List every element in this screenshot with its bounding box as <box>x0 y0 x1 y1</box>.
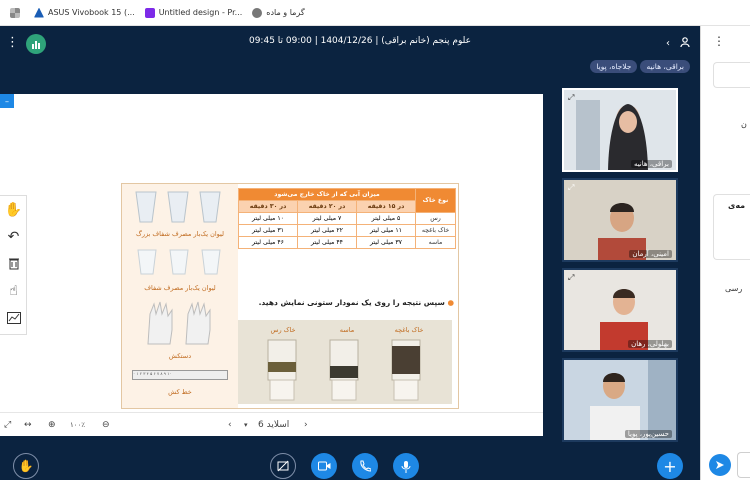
small-cups-image <box>132 248 228 276</box>
photo-label: ماسه <box>339 326 355 334</box>
microphone-icon <box>401 460 411 473</box>
fit-width-icon[interactable]: ↔ <box>24 420 32 430</box>
bookmark-label: Untitled design - Pr... <box>158 8 243 17</box>
fit-screen-icon[interactable]: ⤢ <box>4 420 11 430</box>
undo-icon[interactable]: ↶ <box>0 223 27 250</box>
soil-type-header: نوع خاک <box>415 188 456 213</box>
screen-share-off-icon <box>277 460 289 472</box>
hand-tool-icon[interactable]: ✋ <box>0 196 27 223</box>
col-header: در ۱۵ دقیقه <box>356 200 416 213</box>
phone-button[interactable] <box>352 453 378 479</box>
beakers-illustration <box>267 339 421 401</box>
webcam-column: ⤢ براقی، هانیه ⤢ امینی، آرمان ⤢ بهلولی، … <box>558 88 680 444</box>
chat-kebab-icon[interactable]: ⋮ <box>713 34 725 48</box>
webcam-tile[interactable]: ⤢ بهلولی، رهان <box>562 268 678 352</box>
material-label: دستکش <box>168 352 192 360</box>
slide-dropdown-icon[interactable]: ▾ <box>244 421 248 429</box>
bookmark-garma[interactable]: گرما و ماده <box>252 7 305 18</box>
chip-presenter[interactable]: براقی، هانیه <box>640 60 690 73</box>
apps-grid-icon <box>10 7 20 18</box>
experiment-photo: خاک رس ماسه خاک باغچه <box>238 320 452 404</box>
table-row: ماسه ۳۷ میلی لیتر ۴۴ میلی لیتر ۴۶ میلی ل… <box>238 236 456 249</box>
microphone-button[interactable] <box>393 453 419 479</box>
zoom-out-icon[interactable]: ⊖ <box>102 420 110 430</box>
chat-text: مه‌ی <box>728 201 746 210</box>
chat-card <box>713 62 750 88</box>
webcam-name: امینی، آرمان <box>629 250 672 258</box>
phone-icon <box>360 460 371 472</box>
col-header: در ۳۰ دقیقه <box>238 200 298 213</box>
photo-label: خاک باغچه <box>394 326 424 334</box>
pointer-hand-icon[interactable]: ☝ <box>0 277 27 304</box>
canva-icon <box>144 7 155 18</box>
camera-button[interactable] <box>311 453 337 479</box>
collapse-tab[interactable]: – <box>0 94 14 108</box>
kebab-menu-icon[interactable]: ⋮ <box>6 35 19 51</box>
materials-panel: لیوان یک‌بار مصرف شفاف بزرگ لیوان یک‌بار… <box>122 184 238 408</box>
expand-icon[interactable]: ⤢ <box>568 183 574 193</box>
annotation-toolbar: ✋ ↶ ☝ <box>0 195 27 335</box>
expand-icon[interactable]: ⤢ <box>568 273 574 283</box>
presenter-chips: براقی، هانیه جلاجاه، پویا <box>540 60 690 74</box>
zoom-in-icon[interactable]: ⊕ <box>48 420 56 430</box>
material-label: لیوان یک‌بار مصرف شفاف بزرگ <box>136 230 224 238</box>
big-cups-image <box>132 190 228 224</box>
video-camera-icon <box>317 461 330 471</box>
bookmark-label: ASUS Vivobook 15 (... <box>48 8 135 17</box>
chevron-left-icon: ‹ <box>666 37 670 49</box>
chat-text: رسی <box>725 284 743 293</box>
bookmark-apps[interactable] <box>10 7 24 18</box>
chat-card: مه‌ی <box>713 194 750 260</box>
table-row: خاک باغچه ۱۱ میلی لیتر ۲۲ میلی لیتر ۳۱ م… <box>238 224 456 237</box>
slide-navigator: ⤢ ↔ ⊕ ۱۰۰٪ ⊖ ‹ ▾ اسلاید 6 › <box>0 412 543 436</box>
raise-hand-button[interactable]: ✋ <box>13 453 39 479</box>
chip-participant[interactable]: جلاجاه، پویا <box>590 60 638 73</box>
photo-label: خاک رس <box>270 326 296 334</box>
bookmarks-bar: ASUS Vivobook 15 (... Untitled design - … <box>0 0 750 26</box>
bookmark-label: گرما و ماده <box>266 8 305 17</box>
slide-content: لیوان یک‌بار مصرف شفاف بزرگ لیوان یک‌بار… <box>121 183 459 409</box>
gloves-image <box>142 300 218 346</box>
trash-icon[interactable] <box>0 250 27 277</box>
bullet-icon: ● <box>444 298 454 307</box>
webcam-tile[interactable]: ⤢ براقی، هانیه <box>562 88 678 172</box>
expand-icon[interactable]: ⤢ <box>568 93 574 103</box>
bookmark-canva[interactable]: Untitled design - Pr... <box>144 7 243 18</box>
webcam-tile[interactable]: ⤢ امینی، آرمان <box>562 178 678 262</box>
send-button[interactable] <box>709 454 731 476</box>
send-icon <box>716 461 724 469</box>
participants-toggle[interactable]: ‹ <box>666 35 690 51</box>
col-header: در ۲۰ دقیقه <box>297 200 357 213</box>
chat-input[interactable] <box>737 452 750 478</box>
globe-icon <box>252 7 263 18</box>
add-button[interactable]: + <box>657 453 683 479</box>
webcam-tile[interactable]: حسین‌پور، پویا <box>562 358 678 442</box>
stats-button[interactable] <box>26 34 46 54</box>
meeting-title: علوم پنجم (خانم براقی) | 1404/12/26 | 09… <box>248 36 471 46</box>
zoom-level: ۱۰۰٪ <box>70 420 86 429</box>
screen-share-button[interactable] <box>270 453 296 479</box>
chat-text: ن <box>741 120 747 129</box>
ruler-image: ۰ ۱ ۲ ۳ ۴ ۵ ۶ ۷ ۸ ۹ ۱۰ <box>132 370 228 380</box>
webcam-name: حسین‌پور، پویا <box>624 430 672 438</box>
webcam-name: براقی، هانیه <box>630 160 672 168</box>
prev-slide-icon[interactable]: ‹ <box>228 420 232 430</box>
chart-line-icon[interactable] <box>0 304 27 331</box>
slide-selector[interactable]: اسلاید 6 <box>258 420 289 430</box>
next-slide-icon[interactable]: › <box>304 420 308 430</box>
bar-chart-icon <box>32 41 40 49</box>
table-row: رس ۵ میلی لیتر ۷ میلی لیتر ۱۰ میلی لیتر <box>238 212 456 225</box>
material-label: لیوان یک‌بار مصرف شفاف <box>144 284 216 292</box>
user-icon <box>680 36 690 50</box>
asus-logo-icon <box>34 7 44 18</box>
meeting-topbar: ⋮ علوم پنجم (خانم براقی) | 1404/12/26 | … <box>0 26 700 60</box>
instruction-text: ● سپس نتیجه را روی یک نمودار ستونی نمایش… <box>258 298 454 307</box>
webcam-name: بهلولی، رهان <box>628 340 672 348</box>
results-table: نوع خاک میزان آبی که از خاک خارج می‌شود … <box>238 188 456 249</box>
material-label: خط کش <box>168 388 192 396</box>
table-main-header: میزان آبی که از خاک خارج می‌شود <box>238 188 416 201</box>
bookmark-asus[interactable]: ASUS Vivobook 15 (... <box>34 7 135 18</box>
chat-panel: ⋮ ن مه‌ی رسی <box>700 26 750 480</box>
meeting-controls: ✋ + <box>0 448 700 480</box>
